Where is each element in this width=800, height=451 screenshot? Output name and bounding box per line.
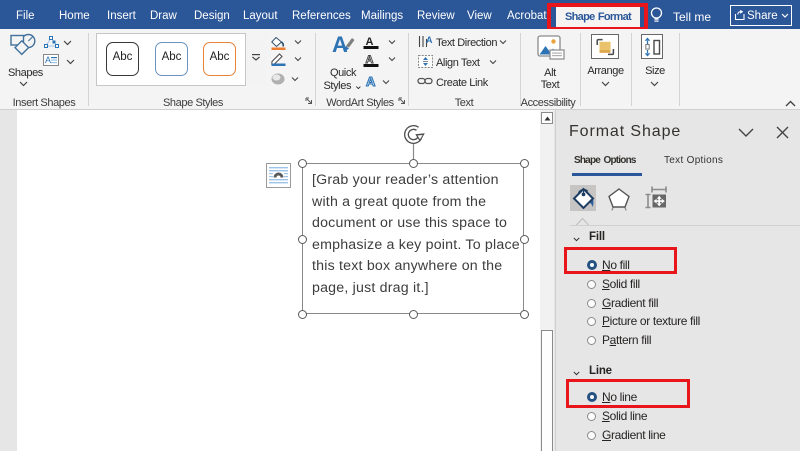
svg-text:A: A — [332, 33, 348, 56]
svg-text:A: A — [366, 75, 376, 88]
svg-text:A: A — [45, 55, 51, 65]
svg-text:A: A — [426, 35, 433, 45]
